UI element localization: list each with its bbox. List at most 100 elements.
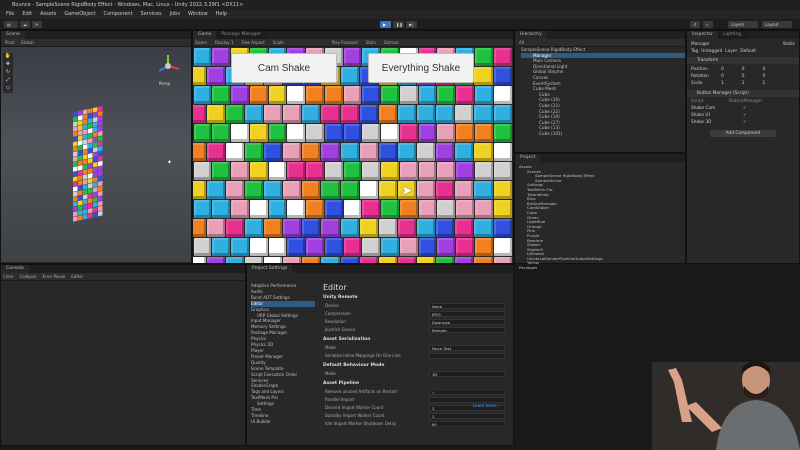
move-tool-icon[interactable]: ✥ <box>3 61 13 69</box>
menu-window[interactable]: Window <box>188 10 208 19</box>
layer-dropdown[interactable]: Default <box>740 48 756 55</box>
wall-cube <box>98 175 103 182</box>
rect-tool-icon[interactable]: ▭ <box>3 85 13 93</box>
clear-button[interactable]: Clear <box>3 273 13 280</box>
wall-cube <box>93 201 98 208</box>
project-folder[interactable]: Packages <box>519 266 685 271</box>
rotate-tool-icon[interactable]: ↻ <box>3 69 13 77</box>
pivot-toggle[interactable]: Pivot <box>5 39 15 46</box>
tab-scene[interactable]: Scene <box>1 31 25 39</box>
shake-ui-checkbox[interactable]: ✓ <box>743 112 747 119</box>
cube-row <box>193 142 512 161</box>
wall-cube <box>73 191 78 197</box>
play-button[interactable]: ▶ <box>380 21 391 28</box>
error-pause-toggle[interactable]: Error Pause <box>42 273 65 280</box>
collapse-toggle[interactable]: Collapse <box>19 273 36 280</box>
wall-cube <box>83 194 88 200</box>
gizmos-toggle[interactable]: Gizmos <box>384 39 399 46</box>
scene-viewport[interactable]: ✋ ✥ ↻ ⤢ ▭ Persp ✦ <box>1 47 191 262</box>
tab-lighting[interactable]: Lighting <box>718 31 747 39</box>
rot-y[interactable]: 0 <box>742 73 745 80</box>
history-icon[interactable]: ↺ <box>690 21 700 28</box>
layers-dropdown[interactable]: Layers <box>728 21 758 28</box>
display-dropdown[interactable]: Display 1 <box>215 39 234 46</box>
menu-file[interactable]: File <box>6 10 14 19</box>
aspect-dropdown[interactable]: Free Aspect <box>241 39 264 46</box>
learn-more-link[interactable]: Learn more... <box>473 403 500 408</box>
add-component-button[interactable]: Add Component <box>710 130 776 137</box>
scale-x[interactable]: 1 <box>721 80 724 87</box>
pos-y[interactable]: 0 <box>742 66 745 73</box>
scale-y[interactable]: 1 <box>742 80 745 87</box>
collab-icon[interactable]: ⟳ <box>32 21 42 28</box>
transform-header[interactable]: Transform <box>687 57 799 64</box>
menu-jobs[interactable]: Jobs <box>170 10 180 19</box>
stats-toggle[interactable]: Stats <box>366 39 376 46</box>
settings-field[interactable]: JPEG <box>429 311 505 317</box>
tab-package-manager[interactable]: Package Manager <box>216 31 267 39</box>
hand-tool-icon[interactable]: ✋ <box>3 53 13 61</box>
object-name[interactable]: Manager <box>691 41 710 48</box>
play-focused-dropdown[interactable]: Play Focused <box>332 39 358 46</box>
settings-field[interactable]: 60 <box>429 421 505 427</box>
tab-inspector[interactable]: Inspector <box>687 31 718 39</box>
tab-console[interactable]: Console <box>1 265 29 273</box>
cloud-icon[interactable]: ☁ <box>20 21 30 28</box>
step-button[interactable]: ▶| <box>406 21 417 28</box>
game-viewport[interactable]: Cam Shake Everything Shake ➤ <box>193 47 512 263</box>
settings-field[interactable] <box>429 353 505 359</box>
cube-tile <box>206 180 225 199</box>
rot-x[interactable]: 0 <box>721 73 724 80</box>
layout-dropdown[interactable]: Layout <box>762 21 792 28</box>
script-component-header[interactable]: Button Manager (Script) <box>687 90 799 97</box>
shake-cam-checkbox[interactable]: ✓ <box>743 105 747 112</box>
cam-shake-button[interactable]: Cam Shake <box>231 53 337 83</box>
wall-cube <box>73 161 78 167</box>
menu-assets[interactable]: Assets <box>40 10 56 19</box>
scale-slider[interactable]: Scale <box>273 39 284 46</box>
editor-dropdown[interactable]: Editor <box>71 273 83 280</box>
rot-z[interactable]: 0 <box>762 73 765 80</box>
tag-dropdown[interactable]: Untagged <box>701 48 722 55</box>
search-icon[interactable]: ⌕ <box>703 21 713 28</box>
settings-field[interactable]: Remote <box>429 327 505 333</box>
shake-3d-checkbox[interactable]: ✓ <box>743 119 747 126</box>
account-button[interactable]: ▤ <box>4 21 18 28</box>
settings-nav-item[interactable]: UI Builder <box>251 419 315 425</box>
everything-shake-button[interactable]: Everything Shake <box>368 53 474 83</box>
pos-x[interactable]: 0 <box>721 66 724 73</box>
game-display-dropdown[interactable]: Game <box>195 39 207 46</box>
tab-game[interactable]: Game <box>193 31 217 39</box>
project-panel: Project Assets Scenes SampleScene RigidB… <box>514 153 686 270</box>
cube-tile <box>343 199 362 218</box>
menu-help[interactable]: Help <box>216 10 227 19</box>
menu-gameobject[interactable]: GameObject <box>64 10 95 19</box>
scale-tool-icon[interactable]: ⤢ <box>3 77 13 85</box>
menu-services[interactable]: Services <box>141 10 162 19</box>
static-toggle[interactable]: Static <box>783 41 795 48</box>
settings-field[interactable]: 3D <box>429 371 505 377</box>
settings-field[interactable]: ✓ <box>429 389 505 395</box>
cube-tile <box>359 142 378 161</box>
cube-wall-graphic <box>73 105 103 222</box>
cube-tile <box>324 85 343 104</box>
tab-project-settings[interactable]: Project Settings <box>247 265 293 273</box>
pos-z[interactable]: 0 <box>762 66 765 73</box>
orientation-gizmo-icon[interactable] <box>155 53 181 79</box>
hierarchy-search[interactable]: All <box>519 40 524 45</box>
settings-field[interactable]: Downsize <box>429 319 505 325</box>
tab-project[interactable]: Project <box>515 154 541 162</box>
global-toggle[interactable]: Global <box>21 39 34 46</box>
hierarchy-item[interactable]: Cube (101) <box>521 131 685 137</box>
pause-button[interactable]: ❚❚ <box>393 21 404 28</box>
tab-hierarchy[interactable]: Hierarchy <box>515 31 547 39</box>
wall-cube <box>93 151 98 158</box>
menu-edit[interactable]: Edit <box>22 10 32 19</box>
settings-field[interactable]: Force Text <box>429 345 505 351</box>
cube-tile <box>324 161 343 180</box>
menu-component[interactable]: Component <box>104 10 133 19</box>
settings-field[interactable]: None <box>429 303 505 309</box>
settings-field[interactable]: 2 <box>429 413 505 419</box>
cube-tile <box>474 85 493 104</box>
scale-z[interactable]: 1 <box>762 80 765 87</box>
